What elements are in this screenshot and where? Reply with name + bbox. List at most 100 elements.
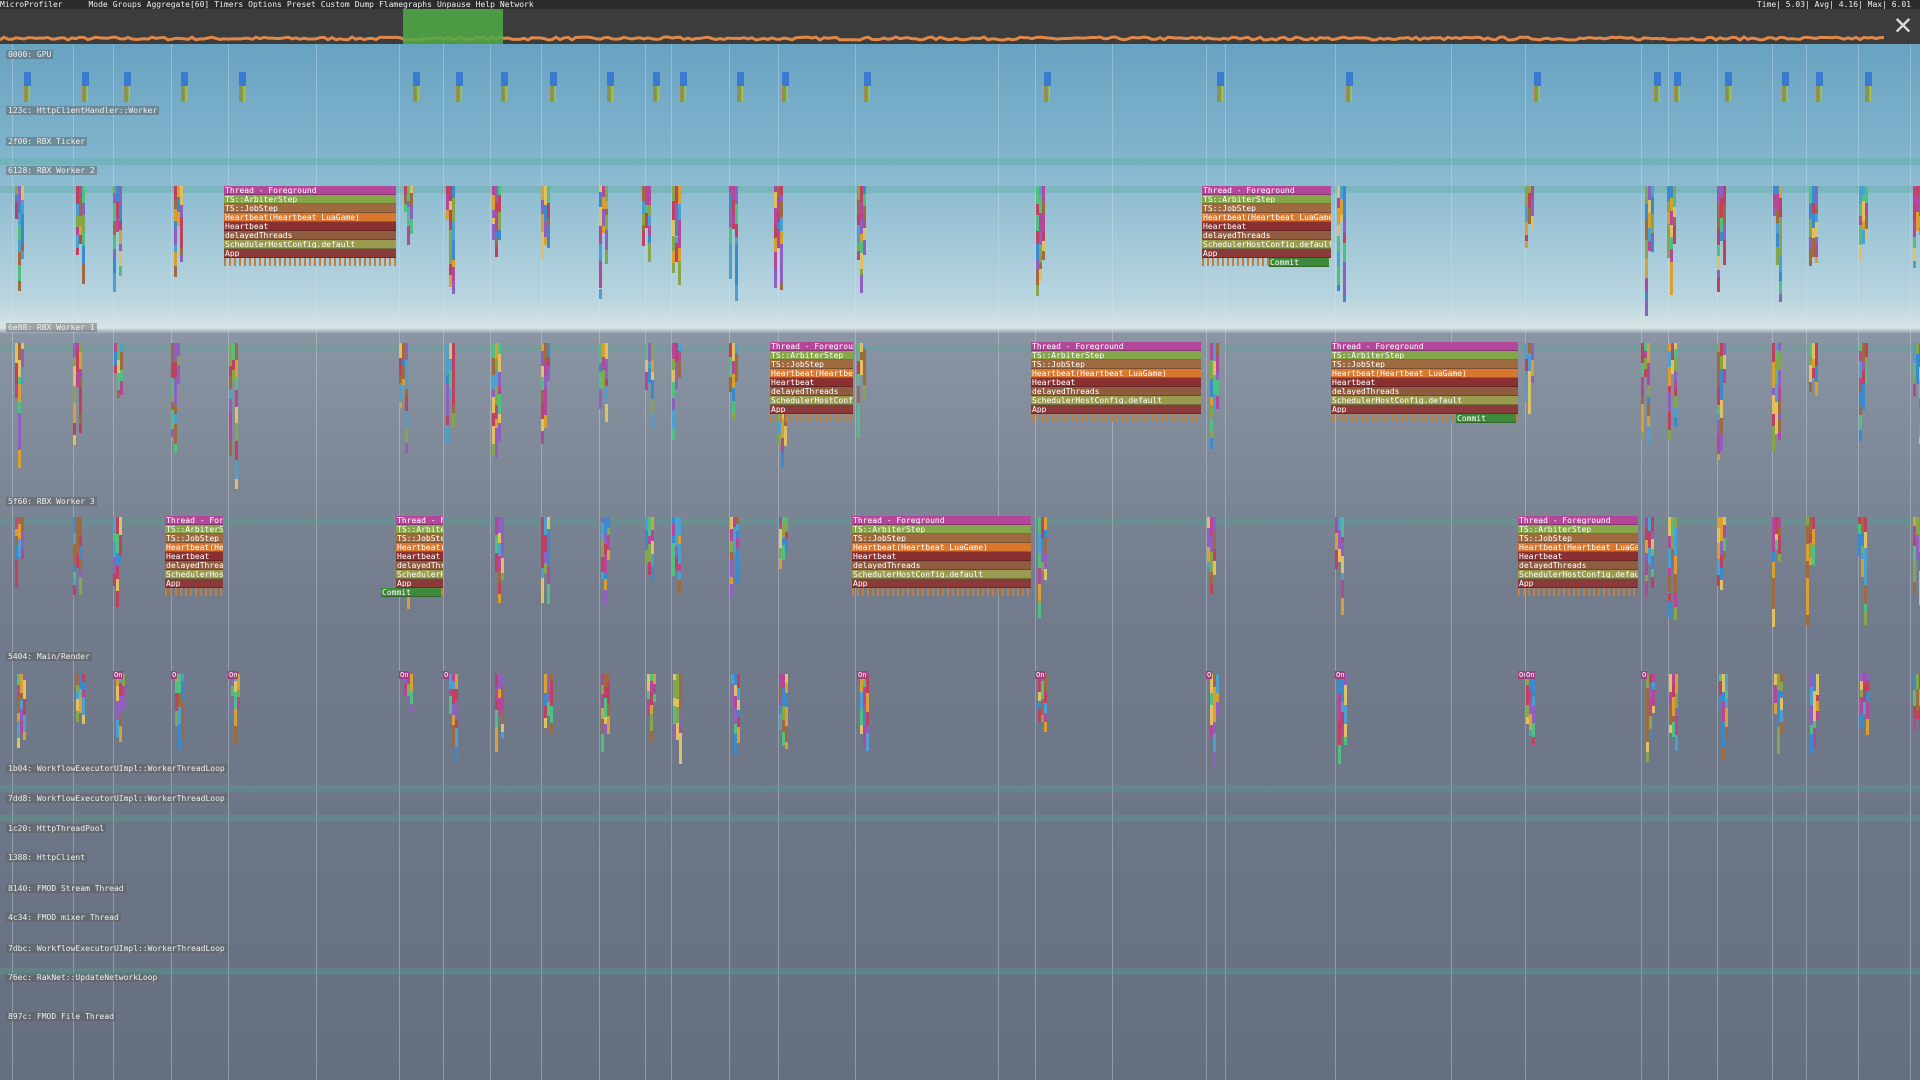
menu-item-aggregate60[interactable]: Aggregate[60] [147,0,210,9]
scope-bar[interactable]: SchedulerHostConfig.default [1518,570,1638,579]
profile-scope[interactable] [1651,556,1654,569]
scope-bar[interactable]: Heartbeat [165,552,223,561]
profile-scope[interactable] [73,585,76,595]
scope-bar[interactable]: SchedulerHostConfig.default [165,570,223,579]
scope-bar[interactable]: Thread - Foreground [1031,342,1201,351]
profile-scope[interactable] [650,731,653,743]
profile-scope[interactable] [79,559,82,569]
profile-scope[interactable] [1866,681,1869,690]
profile-scope[interactable] [229,424,232,441]
profile-scope[interactable] [1675,693,1678,708]
thread-label[interactable]: 6128: RBX Worker 2 [6,166,97,175]
profile-scope[interactable] [82,215,85,231]
profile-scope[interactable] [1779,186,1782,198]
profile-scope[interactable] [1723,343,1726,355]
profile-scope[interactable] [21,349,24,367]
profile-scope[interactable] [79,352,82,369]
profile-scope[interactable] [1673,195,1676,207]
profile-scope[interactable] [455,689,458,701]
profile-scope[interactable] [863,240,866,255]
scope-bar[interactable]: delayedThreads [165,561,223,570]
scope-bar[interactable]: SchedulerHostConfig.default [770,396,853,405]
profile-scope[interactable] [1647,416,1650,426]
profile-scope[interactable] [79,424,82,433]
profile-scope[interactable] [18,461,21,469]
profile-scope[interactable] [605,404,608,421]
profile-scope[interactable] [1723,247,1726,265]
profile-scope[interactable] [599,277,602,289]
profile-scope[interactable] [1532,723,1535,737]
profile-scope[interactable] [1778,413,1781,421]
profile-scope[interactable] [1651,186,1654,197]
profile-scope[interactable] [678,343,681,351]
profile-scope[interactable] [1044,530,1047,537]
profile-scope[interactable] [1647,404,1650,417]
profile-scope[interactable] [1674,408,1677,417]
profile-scope[interactable] [678,544,681,564]
profile-scope[interactable] [541,578,544,597]
profile-scope[interactable] [653,674,656,684]
gpu-scope[interactable] [1217,72,1224,86]
profile-scope[interactable] [21,251,24,259]
profile-scope[interactable] [18,384,21,402]
profile-scope[interactable] [1042,201,1045,213]
profile-scope[interactable] [1531,360,1534,376]
profile-scope[interactable] [410,692,413,705]
profile-scope[interactable] [1651,549,1654,556]
gpu-scope[interactable] [782,72,789,86]
profile-scope[interactable] [735,366,738,383]
profile-scope[interactable] [544,718,547,728]
gpu-scope[interactable] [607,72,614,86]
profile-scope[interactable] [735,353,738,365]
scope-bar[interactable]: delayedThreads [396,561,443,570]
profile-scope[interactable] [399,402,402,408]
profile-scope[interactable] [607,517,610,528]
profile-scope[interactable] [1674,389,1677,396]
profile-scope[interactable] [410,219,413,235]
profile-scope[interactable] [1720,400,1723,418]
profile-scope[interactable] [544,389,547,397]
profile-scope[interactable] [452,405,455,413]
profile-scope[interactable] [21,214,24,228]
profile-scope[interactable] [1343,233,1346,243]
profile-scope[interactable] [737,727,740,743]
profile-scope[interactable] [1213,517,1216,531]
gpu-scope[interactable] [1782,72,1789,86]
profile-scope[interactable] [651,517,654,530]
profile-scope[interactable] [863,194,866,206]
profile-scope[interactable] [1343,217,1346,233]
commit-bar[interactable]: Commit [1269,258,1329,267]
profile-scope[interactable] [1674,574,1677,593]
profile-scope[interactable] [1652,674,1655,682]
profile-scope[interactable] [1651,197,1654,214]
profile-scope[interactable] [1865,203,1868,215]
profile-scope[interactable] [866,726,869,733]
profile-scope[interactable] [1816,711,1819,721]
profile-scope[interactable] [1343,262,1346,278]
gpu-scope[interactable] [1725,86,1731,102]
menu-item-flamegraphs[interactable]: Flamegraphs [379,0,432,9]
flame-stack[interactable]: Thread - ForegroundTS::ArbiterStepTS::Jo… [1202,186,1331,267]
profile-scope[interactable] [229,412,232,424]
profile-scope[interactable] [455,701,458,719]
profile-scope[interactable] [729,227,732,242]
profile-scope[interactable] [780,244,783,263]
profile-scope[interactable] [1813,728,1816,747]
profile-scope[interactable] [650,705,653,714]
profile-scope[interactable] [1674,417,1677,427]
profile-scope[interactable] [1649,716,1652,729]
profile-scope[interactable] [79,398,82,414]
profile-scope[interactable] [79,343,82,352]
gpu-scope[interactable] [1816,86,1822,102]
profile-scope[interactable] [174,228,177,245]
profile-scope[interactable] [1864,517,1867,532]
profile-scope[interactable] [452,222,455,240]
profile-scope[interactable] [174,414,177,424]
profile-scope[interactable] [1866,691,1869,702]
profile-scope[interactable] [455,719,458,728]
profile-scope[interactable] [501,710,504,724]
profile-scope[interactable] [1531,198,1534,217]
profile-scope[interactable] [607,693,610,705]
profile-scope[interactable] [229,399,232,413]
profile-scope[interactable] [501,697,504,710]
